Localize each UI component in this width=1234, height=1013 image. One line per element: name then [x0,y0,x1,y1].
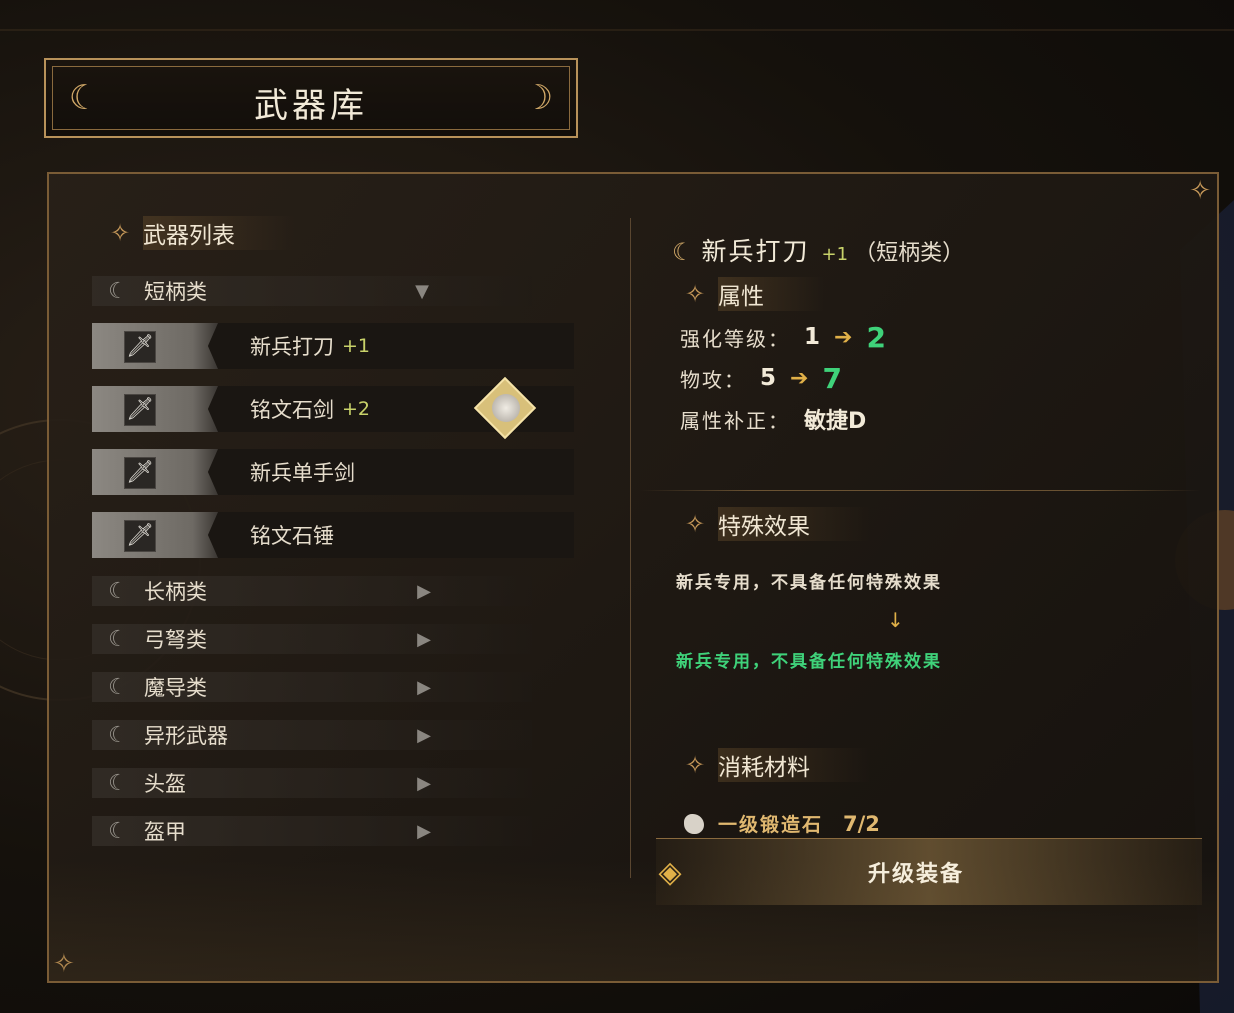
arrow-down-icon: ↓ [887,608,904,632]
weapon-item[interactable]: 🗡 新兵打刀 +1 [92,323,574,369]
triangle-right-icon: ▶ [417,772,431,794]
forge-stone-icon [684,813,704,834]
triangle-right-icon: ▶ [417,580,431,602]
category-bow[interactable]: ☾ 弓弩类 ▶ [92,624,532,654]
crescent-moon-icon: ☾ [108,770,128,796]
sword-icon: 🗡 [124,394,156,426]
sword-icon: 🗡 [124,457,156,489]
page-title: 武器库 [254,86,368,126]
triangle-right-icon: ▶ [417,820,431,842]
arrow-right-icon: ➔ [790,365,809,391]
crescent-moon-icon: ☽ [522,78,554,118]
weapon-thumb: 🗡 [92,512,218,558]
four-point-star-icon: ✧ [684,751,706,779]
stat-physical-attack: 物攻： 5 ➔ 7 [680,361,842,395]
triangle-right-icon: ▶ [417,628,431,650]
four-point-star-icon: ✧ [684,280,706,308]
weapon-item[interactable]: 🗡 铭文石锤 [92,512,574,558]
triangle-down-icon: ▼ [415,280,429,302]
attributes-heading: ✧ 属性 [672,277,824,311]
crescent-moon-icon: ☾ [672,238,694,266]
crescent-moon-icon: ☾ [108,818,128,844]
effect-next: 新兵专用，不具备任何特殊效果 [676,652,942,672]
upgrade-button[interactable]: ◈ 升级装备 [656,838,1202,905]
weapon-thumb: 🗡 [92,323,218,369]
category-armor[interactable]: ☾ 盔甲 ▶ [92,816,532,846]
four-point-star-icon: ✧ [684,510,706,538]
category-short[interactable]: ☾ 短柄类 ▼ [92,276,532,306]
weapon-thumb: 🗡 [92,449,218,495]
triangle-right-icon: ▶ [417,724,431,746]
panel-divider [630,218,631,878]
material-item: 一级锻造石 7/2 [684,810,880,837]
weapon-detail-title: ☾ 新兵打刀 +1 （短柄类） [672,237,965,266]
sword-icon: 🗡 [124,520,156,552]
weapon-item[interactable]: 🗡 新兵单手剑 [92,449,574,495]
category-odd-weapons[interactable]: ☾ 异形武器 ▶ [92,720,532,750]
corner-star-icon: ✧ [53,949,75,979]
corner-star-icon: ✧ [1189,176,1211,206]
crescent-moon-icon: ☾ [108,278,128,304]
crescent-moon-icon: ☾ [108,578,128,604]
character-portrait-icon [492,394,520,422]
diamond-arrow-icon: ◈ [658,854,682,890]
weapon-thumb: 🗡 [92,386,218,432]
category-helmet[interactable]: ☾ 头盔 ▶ [92,768,532,798]
effect-current: 新兵专用，不具备任何特殊效果 [676,573,942,593]
materials-heading: ✧ 消耗材料 [672,748,870,782]
arrow-right-icon: ➔ [834,324,853,350]
section-divider [640,490,1200,491]
crescent-moon-icon: ☾ [108,626,128,652]
stat-enhance-level: 强化等级： 1 ➔ 2 [680,320,886,354]
category-long[interactable]: ☾ 长柄类 ▶ [92,576,532,606]
crescent-moon-icon: ☾ [108,674,128,700]
weapon-list-heading: ✧ 武器列表 [97,216,295,250]
special-effects-heading: ✧ 特殊效果 [672,507,870,541]
category-magic[interactable]: ☾ 魔导类 ▶ [92,672,532,702]
triangle-right-icon: ▶ [417,676,431,698]
sword-icon: 🗡 [124,331,156,363]
crescent-moon-icon: ☾ [108,722,128,748]
stat-attribute-scaling: 属性补正： 敏捷D [680,408,867,435]
title-plate: ☾ 武器库 ☽ [44,58,578,138]
four-point-star-icon: ✧ [109,219,131,247]
